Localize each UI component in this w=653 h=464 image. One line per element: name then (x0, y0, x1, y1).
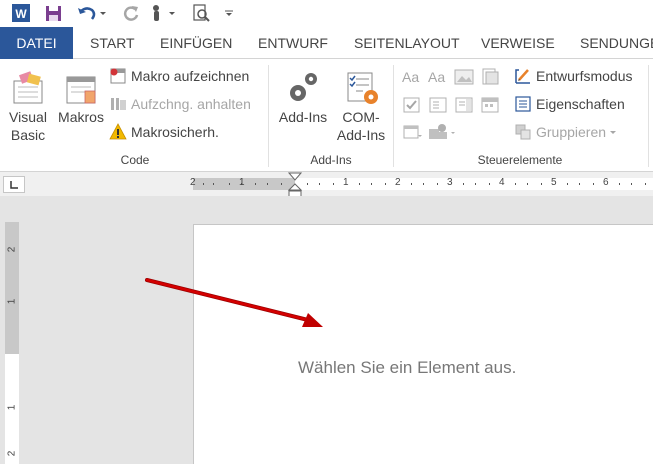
com-addins-icon (343, 67, 379, 107)
visual-basic-icon (10, 67, 46, 107)
document-workspace: 2 1 1 2 Wählen Sie ein Element aus. (0, 196, 653, 464)
ruler-label: 4 (499, 177, 505, 188)
activex-tools-icon[interactable] (427, 122, 457, 142)
makros-button[interactable]: Makros (54, 59, 108, 127)
record-macro-icon (109, 67, 127, 85)
tab-sendungen[interactable]: SENDUNGEN (580, 27, 653, 59)
com-addins-label-2: Add-Ins (336, 127, 386, 143)
svg-text:W: W (15, 7, 27, 21)
word-icon[interactable]: W (10, 3, 32, 23)
ruler-label: 3 (447, 177, 453, 188)
tab-selector[interactable] (3, 176, 25, 193)
combobox-control-icon[interactable] (427, 95, 449, 115)
svg-text:Aa: Aa (402, 69, 419, 85)
makros-label: Makros (58, 109, 104, 125)
tab-datei[interactable]: DATEI (0, 27, 73, 59)
group-label: Gruppieren (536, 124, 607, 140)
dropdown-list-control-icon[interactable] (453, 95, 475, 115)
ribbon-tabs: DATEI START EINFÜGEN ENTWURF SEITENLAYOU… (0, 27, 653, 59)
building-block-control-icon[interactable] (479, 67, 501, 87)
horizontal-ruler[interactable]: 2 1 1 1 2 3 4 5 6 (0, 172, 653, 199)
tab-einfuegen[interactable]: EINFÜGEN (160, 27, 232, 59)
gears-icon (285, 67, 321, 107)
plain-text-control-icon[interactable]: Aa (427, 67, 449, 87)
ribbon: Visual Basic Makros Makro aufzeichnen Au… (0, 59, 653, 172)
com-addins-button[interactable]: COM- Add-Ins (332, 59, 390, 145)
warning-icon (109, 123, 127, 141)
undo-icon[interactable] (74, 3, 108, 23)
checkbox-control-icon[interactable] (401, 95, 423, 115)
makros-icon (63, 67, 99, 107)
svg-text:Aa: Aa (428, 69, 445, 85)
tab-verweise[interactable]: VERWEISE (481, 27, 555, 59)
ruler-label: 2 (395, 177, 401, 188)
group-label-steuerelemente: Steuerelemente (477, 153, 563, 167)
visual-basic-label-1: Visual (9, 109, 47, 125)
chevron-down-icon (609, 124, 617, 140)
quick-access-toolbar: W (0, 0, 653, 27)
com-addins-label-1: COM- (342, 109, 380, 125)
ruler-label: 1 (343, 177, 349, 188)
macro-security-button[interactable]: Makrosicherh. (109, 121, 219, 143)
tab-start[interactable]: START (90, 27, 135, 59)
ruler-label: 1 (239, 177, 245, 188)
group-separator (268, 65, 269, 167)
visual-basic-button[interactable]: Visual Basic (4, 59, 52, 145)
visual-basic-label-2: Basic (10, 127, 46, 143)
save-icon[interactable] (42, 3, 64, 23)
ruler-label: 6 (603, 177, 609, 188)
group-separator (648, 65, 649, 167)
record-macro-label: Makro aufzeichnen (131, 68, 250, 84)
group-label-code: Code (120, 153, 150, 167)
properties-icon (514, 95, 532, 113)
redo-icon[interactable] (120, 3, 142, 23)
touch-mode-icon[interactable] (148, 3, 178, 23)
properties-button[interactable]: Eigenschaften (514, 93, 625, 115)
group-separator (393, 65, 394, 167)
addins-button[interactable]: Add-Ins (274, 59, 332, 127)
group-icon (514, 123, 532, 141)
red-arrow-annotation (145, 278, 323, 327)
addins-label: Add-Ins (278, 109, 328, 125)
pause-recording-label: Aufzchng. anhalten (131, 96, 251, 112)
properties-label: Eigenschaften (536, 96, 625, 112)
print-preview-icon[interactable] (190, 3, 212, 23)
pause-recording-button[interactable]: Aufzchng. anhalten (109, 93, 251, 115)
rich-text-control-icon[interactable]: Aa (401, 67, 423, 87)
customize-icon[interactable] (222, 3, 236, 23)
tab-seitenlayout[interactable]: SEITENLAYOUT (354, 27, 460, 59)
group-label-addins: Add-Ins (310, 153, 352, 167)
group-button[interactable]: Gruppieren (514, 121, 617, 143)
picture-control-icon[interactable] (453, 67, 475, 87)
record-macro-button[interactable]: Makro aufzeichnen (109, 65, 249, 87)
ruler-label: 2 (190, 177, 196, 188)
design-mode-icon (514, 67, 532, 85)
pause-icon (109, 95, 127, 113)
tab-entwurf[interactable]: ENTWURF (258, 27, 328, 59)
macro-security-label: Makrosicherh. (131, 124, 219, 140)
date-picker-control-icon[interactable] (479, 95, 501, 115)
ruler-label: 5 (551, 177, 557, 188)
design-mode-button[interactable]: Entwurfsmodus (514, 65, 632, 87)
ruler-ticks (203, 183, 646, 185)
legacy-forms-icon[interactable] (401, 122, 423, 142)
design-mode-label: Entwurfsmodus (536, 68, 633, 84)
